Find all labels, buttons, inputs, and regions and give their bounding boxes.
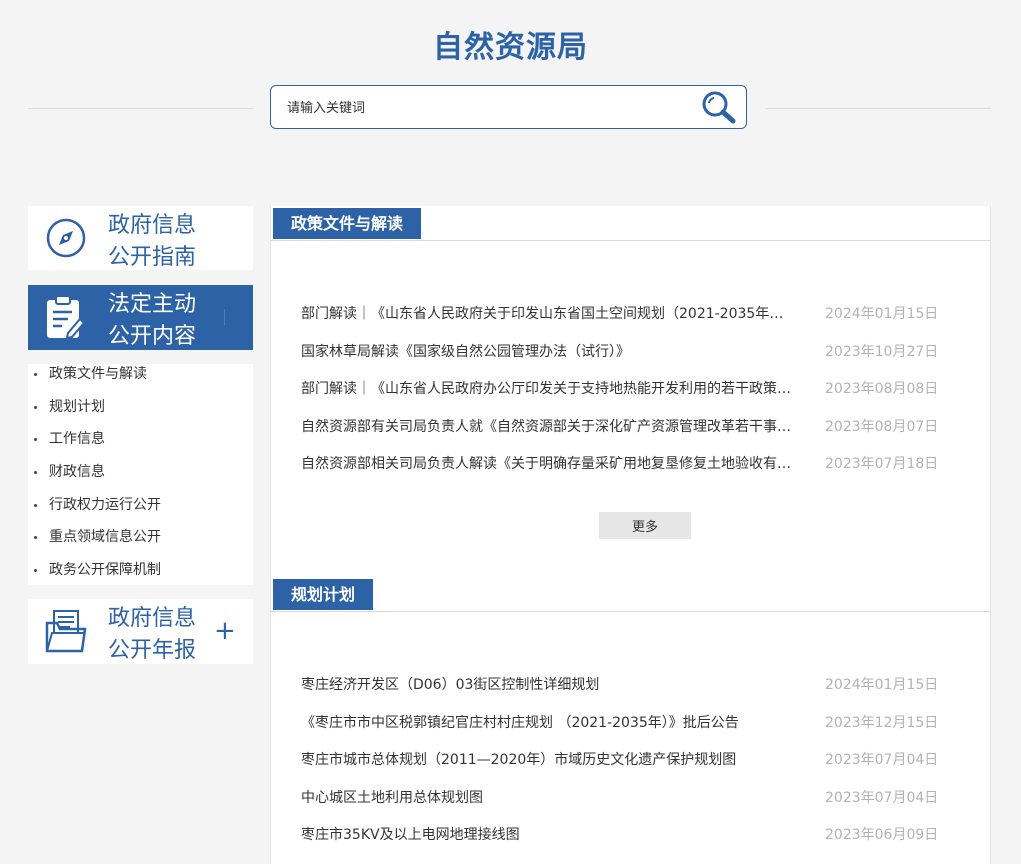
news-title[interactable]: 部门解读｜《山东省人民政府办公厅印发关于支持地热能开发利用的若干政策措施的通知》 — [301, 379, 796, 399]
submenu-item-key-areas[interactable]: 重点领域信息公开 — [28, 527, 253, 560]
list-item[interactable]: 《枣庄市市中区税郭镇纪官庄村村庄规划 （2021-2035年）》批后公告 202… — [271, 713, 990, 751]
folder-document-icon — [45, 610, 87, 653]
main-content: 政策文件与解读 部门解读｜《山东省人民政府关于印发山东省国土空间规划（2021-… — [270, 206, 991, 864]
sidebar-item-guide[interactable]: 政府信息 公开指南 — [28, 206, 253, 270]
search-icon[interactable] — [699, 89, 737, 125]
section-planning: 规划计划 枣庄经济开发区（D06）03街区控制性详细规划 2024年01月15日… — [271, 577, 990, 843]
news-date: 2023年08月07日 — [825, 418, 939, 435]
news-date: 2023年10月27日 — [825, 343, 939, 360]
section-title[interactable]: 政策文件与解读 — [273, 208, 422, 239]
page-title: 自然资源局 — [433, 30, 588, 65]
sidebar-item-annual-report[interactable]: 政府信息 公开年报 + — [28, 599, 253, 664]
submenu-item-finance[interactable]: 财政信息 — [28, 462, 253, 495]
list-item[interactable]: 枣庄市35KV及以上电网地理接线图 2023年06月09日 — [271, 825, 990, 863]
news-list: 枣庄经济开发区（D06）03街区控制性详细规划 2024年01月15日 《枣庄市… — [271, 675, 990, 863]
news-list: 部门解读｜《山东省人民政府关于印发山东省国土空间规划（2021-2035年）的通… — [271, 304, 990, 492]
news-date: 2023年07月04日 — [825, 789, 939, 806]
sidebar-item-label: 政府信息 公开指南 — [108, 213, 197, 270]
plus-icon[interactable]: + — [214, 618, 236, 644]
news-date: 2023年08月08日 — [825, 381, 939, 397]
sidebar-item-active-content[interactable]: 法定主动 公开内容 — [28, 285, 253, 350]
list-item[interactable]: 枣庄经济开发区（D06）03街区控制性详细规划 2024年01月15日 — [271, 675, 990, 713]
sidebar-submenu: 政策文件与解读 规划计划 工作信息 财政信息 行政权力运行公开 重点领域信息公开… — [28, 364, 253, 585]
news-date: 2023年12月15日 — [825, 714, 939, 731]
news-title[interactable]: 枣庄市35KV及以上电网地理接线图 — [301, 825, 796, 845]
news-date: 2023年07月18日 — [825, 456, 939, 472]
section-header: 规划计划 — [271, 577, 990, 612]
submenu-item-planning[interactable]: 规划计划 — [28, 397, 253, 430]
news-title[interactable]: 自然资源部相关司局负责人解读《关于明确存量采矿用地复垦修复土地验收有关问题的通知… — [301, 454, 796, 474]
search-input[interactable] — [285, 95, 689, 121]
header-divider-left — [28, 108, 253, 109]
news-title[interactable]: 枣庄市城市总体规划（2011—2020年）市域历史文化遗产保护规划图 — [301, 750, 796, 770]
news-title[interactable]: 部门解读｜《山东省人民政府关于印发山东省国土空间规划（2021-2035年）的通… — [301, 304, 796, 324]
list-item[interactable]: 中心城区土地利用总体规划图 2023年07月04日 — [271, 788, 990, 826]
news-title[interactable]: 国家林草局解读《国家级自然公园管理办法（试行）》 — [301, 342, 796, 362]
submenu-item-admin-power[interactable]: 行政权力运行公开 — [28, 495, 253, 528]
compass-icon — [46, 218, 86, 258]
submenu-item-work-info[interactable]: 工作信息 — [28, 429, 253, 462]
news-title[interactable]: 自然资源部有关司局负责人就《自然资源部关于深化矿产资源管理改革若干事项的意见》答… — [301, 417, 796, 437]
section-policy: 政策文件与解读 部门解读｜《山东省人民政府关于印发山东省国土空间规划（2021-… — [271, 206, 990, 539]
clipboard-edit-icon — [47, 295, 86, 340]
list-item[interactable]: 国家林草局解读《国家级自然公园管理办法（试行）》 2023年10月27日 — [271, 342, 990, 380]
list-item[interactable]: 自然资源部相关司局负责人解读《关于明确存量采矿用地复垦修复土地验收有关问题的通知… — [271, 454, 990, 492]
submenu-item-safeguard[interactable]: 政务公开保障机制 — [28, 560, 253, 593]
news-date: 2024年01月15日 — [825, 677, 939, 693]
expanded-indicator — [224, 309, 225, 325]
search-box — [270, 85, 747, 129]
list-item[interactable]: 部门解读｜《山东省人民政府办公厅印发关于支持地热能开发利用的若干政策措施的通知》… — [271, 379, 990, 417]
section-title[interactable]: 规划计划 — [273, 579, 374, 610]
news-title[interactable]: 枣庄经济开发区（D06）03街区控制性详细规划 — [301, 675, 796, 695]
list-item[interactable]: 部门解读｜《山东省人民政府关于印发山东省国土空间规划（2021-2035年）的通… — [271, 304, 990, 342]
more-button[interactable]: 更多 — [599, 512, 691, 539]
news-title[interactable]: 《枣庄市市中区税郭镇纪官庄村村庄规划 （2021-2035年）》批后公告 — [301, 713, 796, 733]
news-date: 2023年07月04日 — [825, 752, 939, 768]
submenu-item-policy[interactable]: 政策文件与解读 — [28, 364, 253, 397]
header-divider-right — [766, 108, 991, 109]
news-date: 2024年01月15日 — [825, 306, 939, 322]
sidebar-item-label: 法定主动 公开内容 — [108, 292, 197, 349]
news-date: 2023年06月09日 — [825, 827, 939, 843]
list-item[interactable]: 自然资源部有关司局负责人就《自然资源部关于深化矿产资源管理改革若干事项的意见》答… — [271, 417, 990, 455]
list-item[interactable]: 枣庄市城市总体规划（2011—2020年）市域历史文化遗产保护规划图 2023年… — [271, 750, 990, 788]
news-title[interactable]: 中心城区土地利用总体规划图 — [301, 788, 796, 808]
section-header: 政策文件与解读 — [271, 206, 990, 241]
